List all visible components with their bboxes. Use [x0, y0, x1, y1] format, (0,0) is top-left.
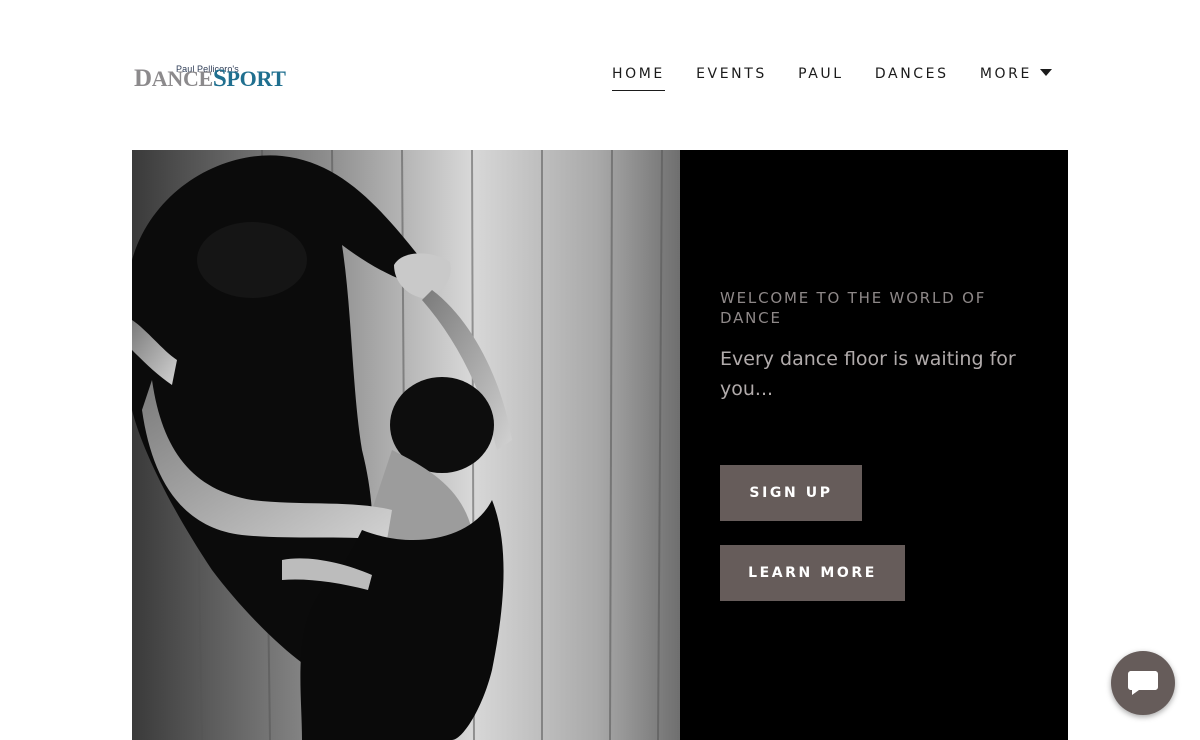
chat-widget-button[interactable] [1111, 651, 1175, 715]
chat-bubble-icon [1128, 671, 1158, 695]
nav-item-more-label: MORE [979, 66, 1032, 82]
hero-image [132, 150, 680, 740]
hero-panel: WELCOME TO THE WORLD OF DANCE Every danc… [680, 150, 1068, 740]
nav-item-paul[interactable]: PAUL [798, 66, 844, 90]
nav-item-more[interactable]: MORE [980, 66, 1052, 90]
nav-item-events[interactable]: EVENTS [696, 66, 767, 90]
caret-down-icon [1039, 69, 1052, 76]
logo-wordmark: DANCESPORT [134, 65, 286, 92]
main-nav: HOME EVENTS PAUL DANCES MORE [612, 66, 1052, 96]
nav-item-dances[interactable]: DANCES [875, 66, 949, 90]
hero-tagline: Every dance floor is waiting for you... [720, 348, 1016, 400]
site-logo[interactable]: Paul Pellicoro's DANCESPORT [134, 60, 374, 94]
sign-up-button[interactable]: SIGN UP [720, 465, 862, 521]
hero-eyebrow: WELCOME TO THE WORLD OF DANCE [720, 289, 987, 327]
learn-more-button[interactable]: LEARN MORE [720, 545, 905, 601]
dancing-couple-photo [132, 150, 680, 740]
nav-item-home[interactable]: HOME [612, 66, 665, 91]
